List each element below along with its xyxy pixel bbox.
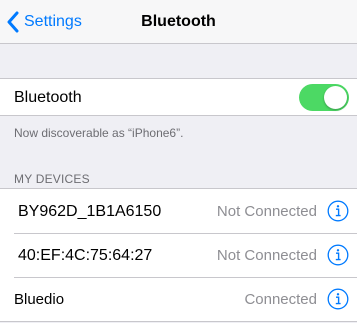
device-status: Not Connected <box>216 247 317 264</box>
device-row[interactable]: 40:EF:4C:75:64:27 Not Connected <box>0 233 357 277</box>
toggle-knob <box>324 86 347 109</box>
device-row[interactable]: BY962D_1B1A6150 Not Connected <box>0 189 357 233</box>
bluetooth-toggle-row: Bluetooth <box>0 78 357 116</box>
devices-list: BY962D_1B1A6150 Not Connected 40:EF:4C:7… <box>0 188 357 322</box>
page-title: Bluetooth <box>141 13 216 30</box>
device-name: BY962D_1B1A6150 <box>18 203 162 220</box>
bluetooth-toggle[interactable] <box>299 84 349 111</box>
info-icon[interactable] <box>327 288 349 310</box>
navigation-bar: Settings Bluetooth <box>0 0 357 44</box>
discoverable-note: Now discoverable as “iPhone6”. <box>14 126 184 140</box>
device-status: Connected <box>244 291 317 308</box>
device-status: Not Connected <box>216 203 317 220</box>
info-icon[interactable] <box>327 244 349 266</box>
device-name: Bluedio <box>14 291 65 308</box>
bluetooth-label: Bluetooth <box>14 89 82 106</box>
device-row[interactable]: Bluedio Connected <box>0 277 357 321</box>
my-devices-header: MY DEVICES <box>14 172 90 186</box>
device-name: 40:EF:4C:75:64:27 <box>18 247 153 264</box>
info-icon[interactable] <box>327 200 349 222</box>
